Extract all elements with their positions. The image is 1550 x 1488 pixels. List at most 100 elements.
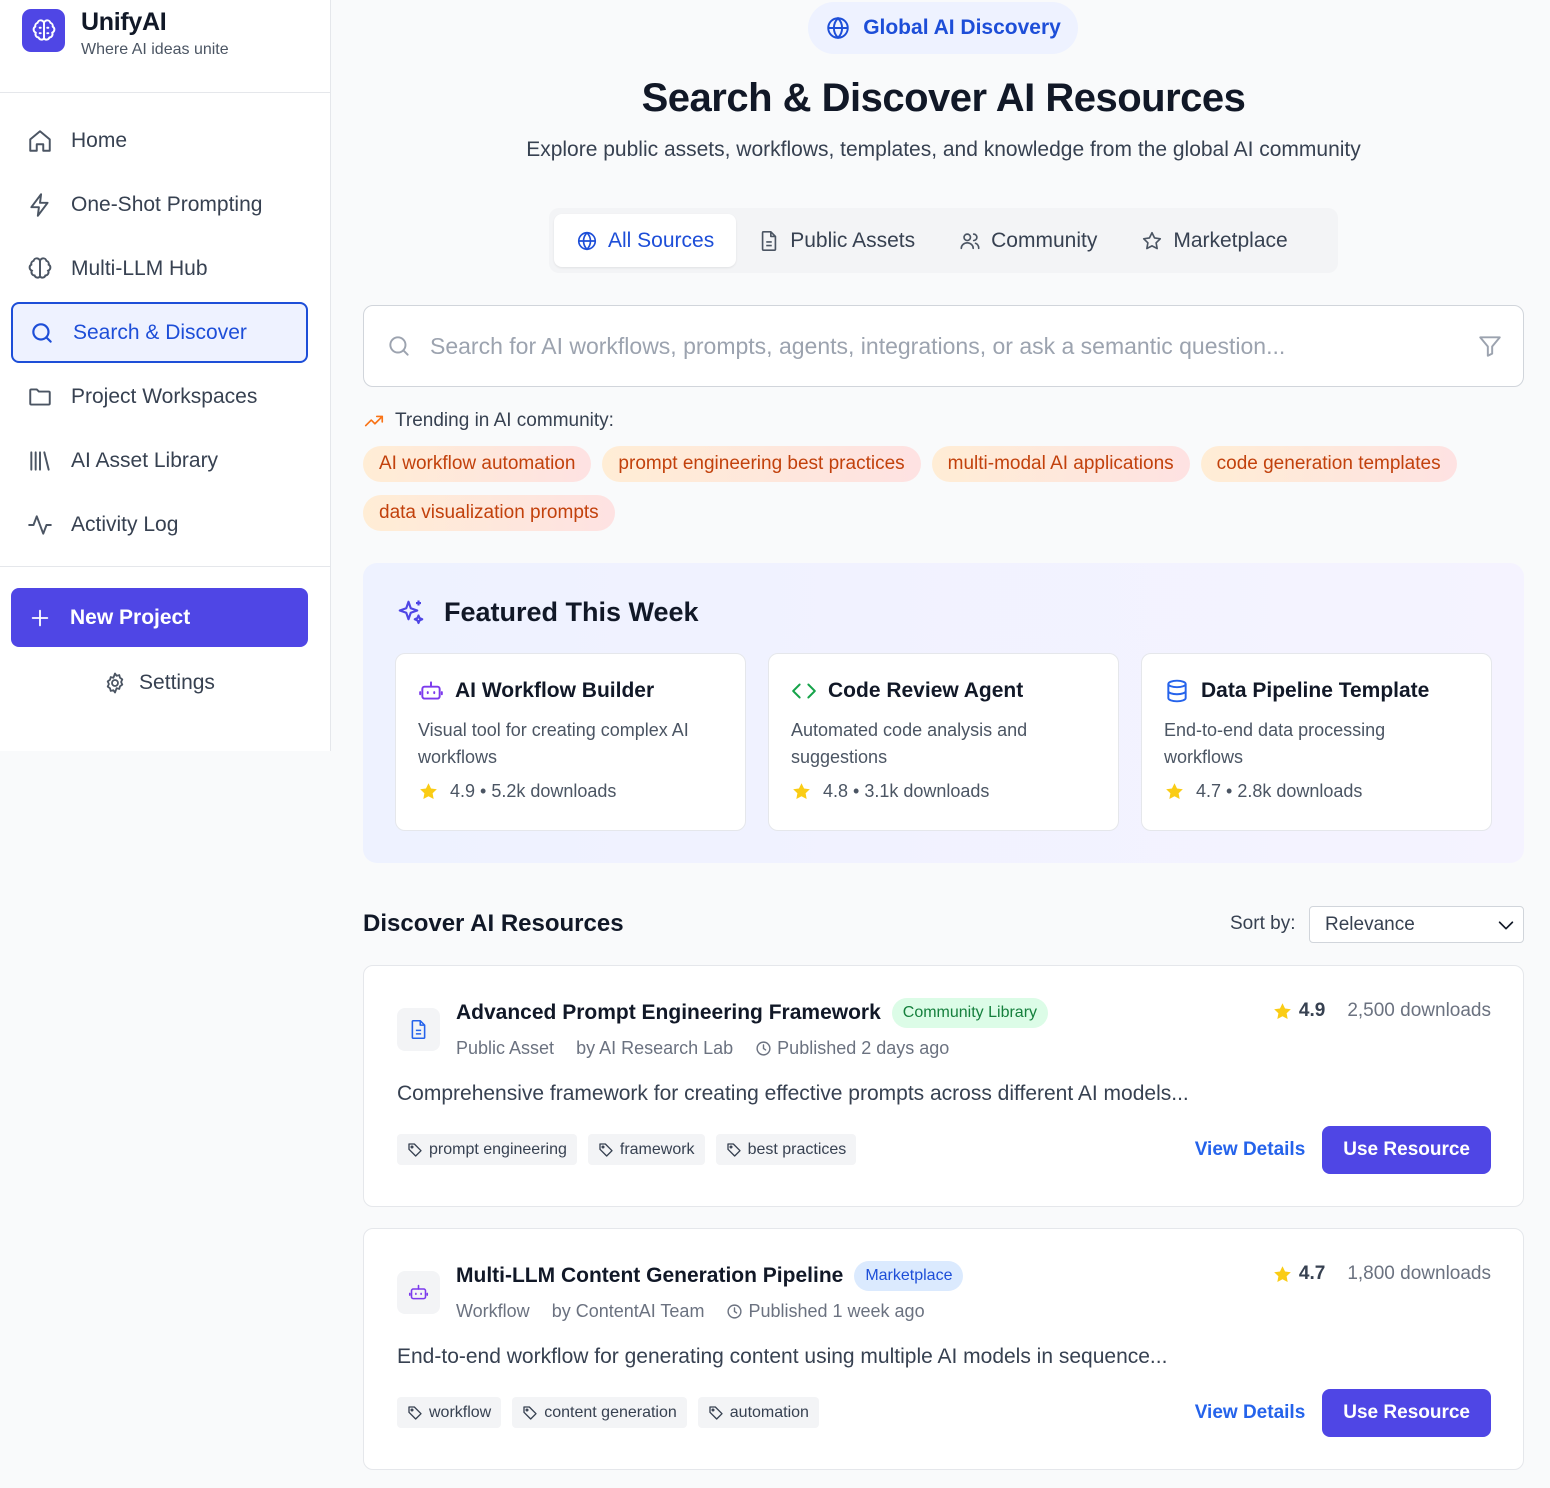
document-icon bbox=[397, 1008, 440, 1051]
resource-tag[interactable]: framework bbox=[587, 1134, 705, 1165]
tab-all-sources[interactable]: All Sources bbox=[554, 214, 737, 267]
tag-label: framework bbox=[619, 1140, 695, 1158]
sort-select[interactable]: Relevance bbox=[1309, 906, 1524, 943]
resource-title[interactable]: Advanced Prompt Engineering Framework bbox=[456, 1001, 881, 1025]
tag-icon bbox=[726, 1142, 742, 1158]
resource-rating: 4.9 bbox=[1298, 1000, 1326, 1021]
database-icon bbox=[1164, 678, 1190, 704]
sidebar-item-search-discover[interactable]: Search & Discover bbox=[11, 302, 308, 363]
document-icon bbox=[758, 230, 780, 252]
sidebar-item-one-shot-prompting[interactable]: One-Shot Prompting bbox=[11, 174, 308, 235]
resource-tag[interactable]: automation bbox=[697, 1397, 819, 1428]
featured-card-desc: Automated code analysis and suggestions bbox=[791, 720, 1028, 767]
star-icon bbox=[1272, 1001, 1293, 1022]
settings-button[interactable]: Settings bbox=[0, 671, 330, 695]
sort-label: Sort by: bbox=[1230, 913, 1296, 934]
star-icon bbox=[1272, 1264, 1293, 1285]
folder-icon bbox=[27, 384, 53, 410]
featured-card[interactable]: Code Review Agent Automated code analysi… bbox=[768, 653, 1119, 831]
featured-title: Featured This Week bbox=[396, 597, 699, 628]
sidebar-item-project-workspaces[interactable]: Project Workspaces bbox=[11, 366, 308, 427]
sidebar-item-label: Project Workspaces bbox=[71, 384, 258, 408]
activity-icon bbox=[27, 512, 53, 538]
tab-marketplace[interactable]: Marketplace bbox=[1119, 214, 1309, 267]
trending-chip[interactable]: code generation templates bbox=[1200, 446, 1457, 482]
sidebar-item-label: Search & Discover bbox=[73, 320, 247, 344]
resource-tag[interactable]: prompt engineering bbox=[397, 1134, 577, 1165]
featured-card-rating: 4.9 bbox=[450, 781, 476, 801]
featured-card[interactable]: AI Workflow Builder Visual tool for crea… bbox=[395, 653, 746, 831]
resource-tag[interactable]: content generation bbox=[512, 1397, 687, 1428]
source-badge: Community Library bbox=[891, 998, 1049, 1028]
sidebar-item-label: AI Asset Library bbox=[71, 448, 219, 472]
tag-icon bbox=[407, 1405, 423, 1421]
featured-card-title: Data Pipeline Template bbox=[1201, 679, 1430, 702]
sidebar-item-label: Activity Log bbox=[71, 512, 179, 536]
page-subtitle: Explore public assets, workflows, templa… bbox=[526, 138, 1361, 161]
meta-separator: • bbox=[848, 781, 865, 801]
featured-card[interactable]: Data Pipeline Template End-to-end data p… bbox=[1141, 653, 1492, 831]
sidebar-item-multi-llm-hub[interactable]: Multi-LLM Hub bbox=[11, 238, 308, 299]
brain-icon bbox=[27, 256, 53, 282]
filter-icon[interactable] bbox=[1477, 333, 1503, 359]
tag-label: automation bbox=[729, 1403, 809, 1421]
sidebar-item-ai-asset-library[interactable]: AI Asset Library bbox=[11, 430, 308, 491]
use-resource-button[interactable]: Use Resource bbox=[1322, 1126, 1491, 1174]
resource-tag[interactable]: workflow bbox=[397, 1397, 502, 1428]
trending-chip[interactable]: AI workflow automation bbox=[363, 446, 592, 482]
new-project-label: New Project bbox=[70, 605, 191, 629]
resource-downloads: 2,500 downloads bbox=[1347, 1000, 1491, 1021]
trending-chip[interactable]: prompt engineering best practices bbox=[602, 446, 921, 482]
tag-icon bbox=[522, 1405, 538, 1421]
resource-published: Published 1 week ago bbox=[748, 1301, 925, 1321]
trending-chip[interactable]: multi-modal AI applications bbox=[931, 446, 1190, 482]
brain-logo-icon bbox=[22, 9, 65, 52]
resource-rating: 4.7 bbox=[1298, 1263, 1326, 1284]
sidebar-divider bbox=[0, 566, 330, 567]
view-details-button[interactable]: View Details bbox=[1195, 1402, 1306, 1424]
globe-icon bbox=[825, 15, 851, 41]
use-resource-button[interactable]: Use Resource bbox=[1322, 1389, 1491, 1437]
resource-published: Published 2 days ago bbox=[777, 1038, 950, 1058]
global-discovery-badge: Global AI Discovery bbox=[808, 2, 1078, 54]
clock-icon bbox=[755, 1040, 772, 1057]
resource-description: Comprehensive framework for creating eff… bbox=[397, 1082, 1189, 1105]
tag-icon bbox=[708, 1405, 724, 1421]
search-input[interactable] bbox=[430, 332, 1477, 360]
view-details-button[interactable]: View Details bbox=[1195, 1139, 1306, 1161]
resource-type: Workflow bbox=[456, 1301, 530, 1321]
resource-tag[interactable]: best practices bbox=[715, 1134, 857, 1165]
code-icon bbox=[791, 678, 817, 704]
sidebar-item-home[interactable]: Home bbox=[11, 110, 308, 171]
resource-card: Advanced Prompt Engineering Framework Co… bbox=[363, 965, 1524, 1207]
tab-label: Community bbox=[991, 228, 1098, 252]
plus-icon bbox=[29, 607, 51, 629]
sidebar-nav: Home One-Shot Prompting Multi-LLM Hub Se… bbox=[0, 93, 330, 555]
source-badge: Marketplace bbox=[854, 1261, 964, 1291]
trending-chip[interactable]: data visualization prompts bbox=[363, 495, 615, 531]
tag-label: workflow bbox=[429, 1403, 492, 1421]
chevron-down-icon bbox=[1495, 914, 1517, 936]
badge-label: Global AI Discovery bbox=[863, 16, 1061, 39]
featured-card-downloads: 5.2k downloads bbox=[491, 781, 617, 801]
tab-public-assets[interactable]: Public Assets bbox=[736, 214, 937, 267]
featured-card-rating: 4.8 bbox=[823, 781, 849, 801]
star-icon bbox=[791, 781, 812, 802]
new-project-button[interactable]: New Project bbox=[11, 588, 308, 647]
tag-icon bbox=[598, 1142, 614, 1158]
tag-icon bbox=[407, 1142, 423, 1158]
featured-card-rating: 4.7 bbox=[1196, 781, 1222, 801]
gear-icon bbox=[103, 671, 127, 695]
resource-title[interactable]: Multi-LLM Content Generation Pipeline bbox=[456, 1264, 843, 1288]
resource-author: by ContentAI Team bbox=[551, 1301, 705, 1321]
settings-label: Settings bbox=[139, 671, 215, 694]
globe-icon bbox=[576, 230, 598, 252]
featured-title-text: Featured This Week bbox=[444, 597, 699, 627]
search-icon bbox=[29, 320, 55, 346]
sidebar-item-activity-log[interactable]: Activity Log bbox=[11, 494, 308, 555]
tab-community[interactable]: Community bbox=[937, 214, 1119, 267]
sidebar-item-label: One-Shot Prompting bbox=[71, 192, 263, 216]
trending-label: Trending in AI community: bbox=[363, 410, 614, 432]
clock-icon bbox=[726, 1303, 743, 1320]
trending-chips: AI workflow automation prompt engineerin… bbox=[363, 446, 1533, 531]
